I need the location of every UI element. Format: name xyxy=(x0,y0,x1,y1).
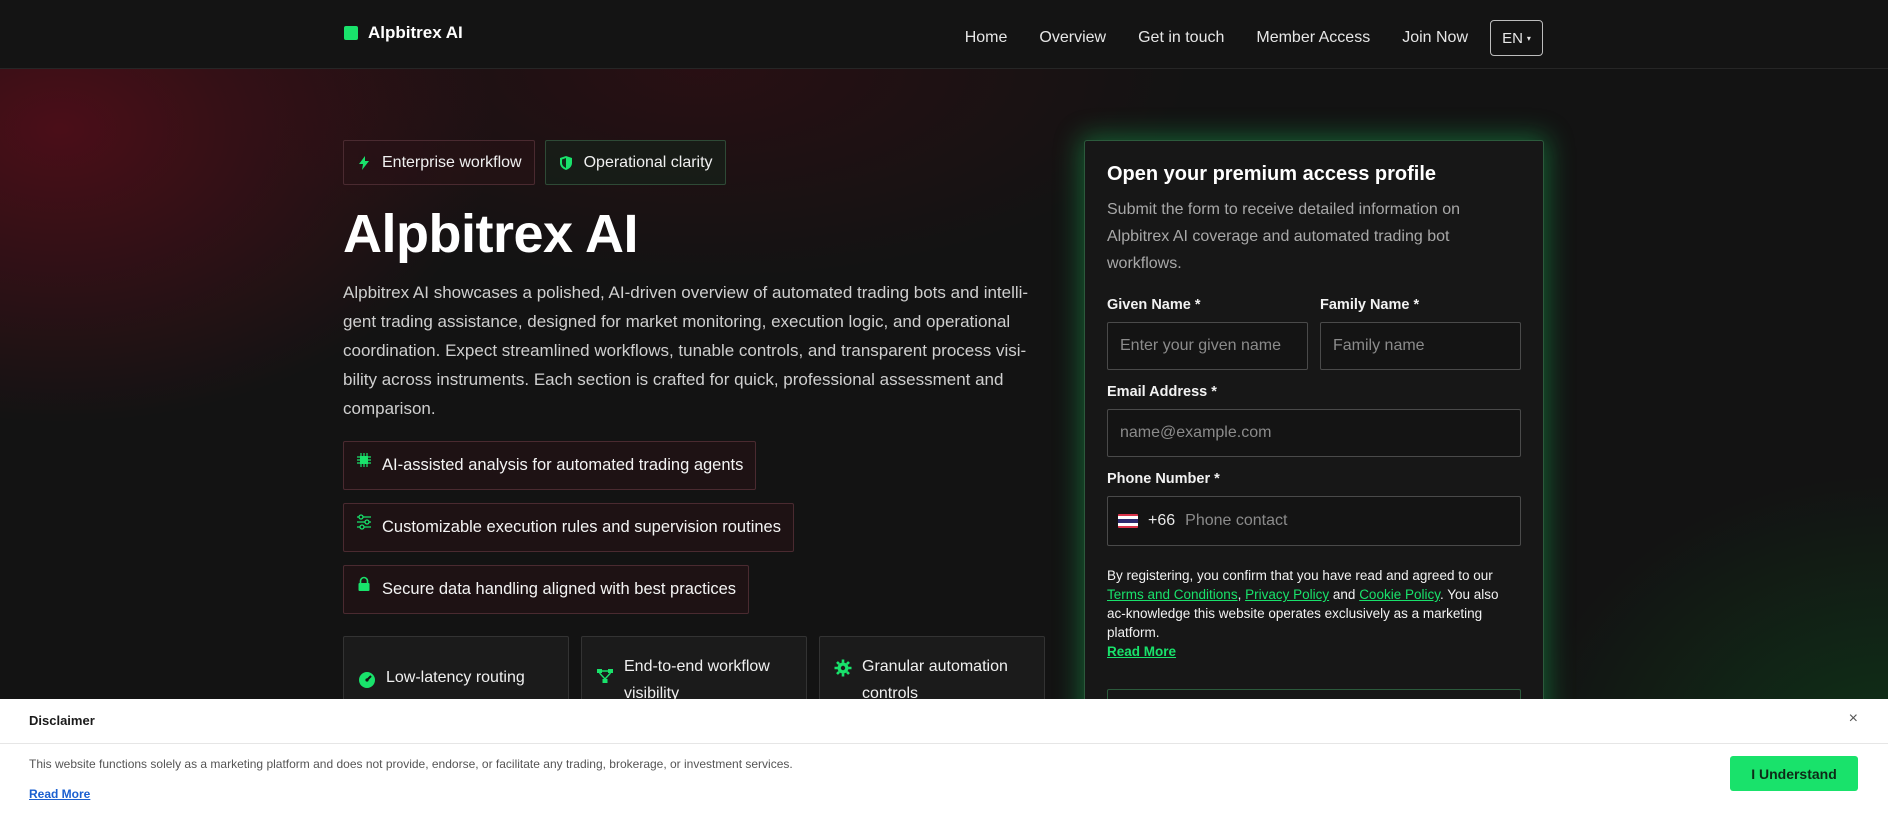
cookie-link[interactable]: Cookie Policy xyxy=(1359,587,1440,602)
feature-item: Secure data handling aligned with best p… xyxy=(343,565,750,614)
disclaimer-read-more-link[interactable]: Read More xyxy=(29,787,90,801)
family-name-label: Family Name * xyxy=(1320,297,1420,313)
form-subtitle: Submit the form to receive detailed info… xyxy=(1107,201,1461,272)
brand-square-icon xyxy=(344,26,358,40)
lightning-icon xyxy=(359,155,369,170)
dial-code: +66 xyxy=(1148,512,1176,529)
brand-logo[interactable]: Alpbitrex AI xyxy=(344,23,463,43)
phone-label: Phone Number * xyxy=(1107,471,1220,487)
card-label: Low-latency routing xyxy=(386,668,525,686)
given-name-field-group: Given Name * xyxy=(1107,297,1308,370)
terms-link[interactable]: Terms and Conditions xyxy=(1107,587,1238,602)
consent-text: By registering, you confirm that you hav… xyxy=(1107,568,1499,659)
chip-enterprise-workflow: Enterprise workflow xyxy=(343,140,535,185)
feature-item: Customizable execution rules and supervi… xyxy=(343,503,794,552)
email-label: Email Address * xyxy=(1107,384,1217,400)
chip-operational-clarity: Operational clarity xyxy=(544,140,726,185)
hero-chips: Enterprise workflow Operational clarity xyxy=(343,140,726,185)
nav-link-home[interactable]: Home xyxy=(965,25,1008,51)
nav-link-member-access[interactable]: Member Access xyxy=(1256,25,1370,51)
consent-prefix: By registering, you confirm that you hav… xyxy=(1107,568,1493,583)
phone-field[interactable]: +66 xyxy=(1107,496,1521,546)
gear-icon xyxy=(834,659,852,677)
shield-icon xyxy=(559,155,572,170)
hero-description: Alpbitrex AI showcases a polished, AI-dr… xyxy=(343,283,1029,418)
feature-label: Customizable execution rules and supervi… xyxy=(382,518,781,536)
chip-processor-icon xyxy=(357,452,371,467)
nav-link-join-now[interactable]: Join Now xyxy=(1402,25,1468,51)
language-label: EN xyxy=(1502,29,1523,47)
disclaimer-text: This website functions solely as a marke… xyxy=(29,757,793,771)
family-name-field-group: Family Name * xyxy=(1320,297,1521,370)
nav-link-overview[interactable]: Overview xyxy=(1039,25,1106,51)
feature-label: Secure data handling aligned with best p… xyxy=(382,580,737,598)
chip-label: Operational clarity xyxy=(583,153,713,171)
nav-link-get-in-touch[interactable]: Get in touch xyxy=(1138,25,1224,51)
form-title: Open your premium access profile xyxy=(1107,163,1436,185)
given-name-input[interactable] xyxy=(1107,322,1308,370)
speedometer-icon xyxy=(359,671,375,688)
email-field-group: Email Address * xyxy=(1107,384,1521,457)
sliders-icon xyxy=(357,513,371,530)
chip-label: Enterprise workflow xyxy=(382,153,522,171)
i-understand-button[interactable]: I Understand xyxy=(1730,756,1858,791)
thailand-flag-icon[interactable] xyxy=(1118,514,1138,528)
lock-icon xyxy=(358,576,370,591)
disclaimer-header: Disclaimer × xyxy=(0,699,1888,744)
disclaimer-title: Disclaimer xyxy=(29,713,95,728)
hero-title: Alpbitrex AI xyxy=(343,204,639,264)
phone-input[interactable] xyxy=(1185,501,1510,541)
flow-diagram-icon xyxy=(597,669,613,683)
email-input[interactable] xyxy=(1107,409,1521,457)
brand-name: Alpbitrex AI xyxy=(368,23,463,42)
privacy-link[interactable]: Privacy Policy xyxy=(1245,587,1329,602)
consent-and: and xyxy=(1332,587,1356,602)
caret-down-icon: ▾ xyxy=(1526,33,1531,43)
signup-form-panel: Open your premium access profile Submit … xyxy=(1084,140,1544,760)
given-name-label: Given Name * xyxy=(1107,297,1201,313)
disclaimer-banner: Disclaimer × This website functions sole… xyxy=(0,699,1888,818)
phone-field-group: Phone Number * +66 xyxy=(1107,471,1521,546)
close-icon[interactable]: × xyxy=(1849,710,1858,728)
language-selector[interactable]: EN ▾ xyxy=(1490,20,1543,56)
name-row: Given Name * Family Name * xyxy=(1107,297,1521,370)
top-navigation-bar: Alpbitrex AI Home Overview Get in touch … xyxy=(0,0,1888,69)
consent-read-more-link[interactable]: Read More xyxy=(1107,644,1176,659)
main-nav: Home Overview Get in touch Member Access… xyxy=(933,20,1543,56)
feature-label: AI-assisted analysis for automated tradi… xyxy=(382,456,744,474)
feature-item: AI-assisted analysis for automated tradi… xyxy=(343,441,757,490)
family-name-input[interactable] xyxy=(1320,322,1521,370)
feature-list: AI-assisted analysis for automated tradi… xyxy=(343,441,794,627)
